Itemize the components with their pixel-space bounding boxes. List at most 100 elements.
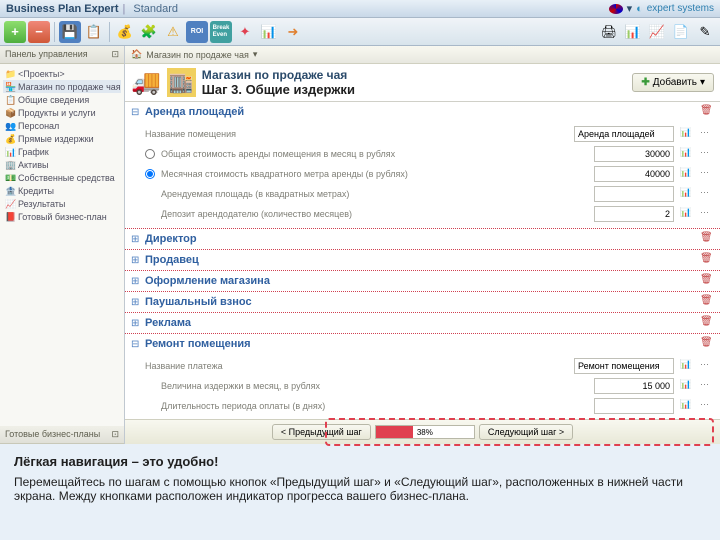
tool-button[interactable]: 📄 xyxy=(670,21,692,43)
cost-section: ⊞ Директор 🗑 xyxy=(125,229,720,250)
tree-item[interactable]: 📈Результаты xyxy=(3,197,121,210)
expand-icon[interactable]: ⊞ xyxy=(131,297,141,308)
breadcrumb[interactable]: 🏠 Магазин по продаже чая ▾ xyxy=(125,46,720,64)
more-icon[interactable]: ⋯ xyxy=(700,147,714,161)
value-input[interactable] xyxy=(594,206,674,222)
tree-icon: 📋 xyxy=(5,95,15,105)
chart-icon[interactable]: 📊 xyxy=(680,187,694,201)
delete-icon[interactable]: 🗑 xyxy=(700,232,714,246)
tree-label: Собственные средства xyxy=(18,173,115,183)
tool-button[interactable]: 🖨 xyxy=(598,21,620,43)
tool-button[interactable]: 📈 xyxy=(646,21,668,43)
roi-button[interactable]: ROI xyxy=(186,21,208,43)
app-name: Business Plan Expert xyxy=(6,3,119,15)
delete-icon[interactable]: 🗑 xyxy=(700,253,714,267)
breakeven-button[interactable]: BreakEven xyxy=(210,21,232,43)
value-input[interactable] xyxy=(594,378,674,394)
tree-item[interactable]: 📊График xyxy=(3,145,121,158)
star-button[interactable]: ✦ xyxy=(234,21,256,43)
more-icon[interactable]: ⋯ xyxy=(700,399,714,413)
chart-icon[interactable]: 📊 xyxy=(680,359,694,373)
value-input[interactable] xyxy=(594,166,674,182)
delete-icon[interactable]: 🗑 xyxy=(700,316,714,330)
tree-item[interactable]: 📋Общие сведения xyxy=(3,93,121,106)
sidebar: Панель управления⊡ 📁<Проекты>🏪Магазин по… xyxy=(0,46,125,444)
more-icon[interactable]: ⋯ xyxy=(700,187,714,201)
copy-button[interactable]: 📋 xyxy=(83,21,105,43)
home-icon[interactable]: 🏠 xyxy=(131,49,142,60)
section-name[interactable]: Ремонт помещения xyxy=(145,338,696,350)
section-name[interactable]: Продавец xyxy=(145,254,696,266)
sidebar-footer[interactable]: Готовые бизнес-планы⊡ xyxy=(0,426,124,444)
more-icon[interactable]: ⋯ xyxy=(700,167,714,181)
section-name[interactable]: Аренда площадей xyxy=(145,106,696,118)
section-name[interactable]: Паушальный взнос xyxy=(145,296,696,308)
warn-button[interactable]: ⚠ xyxy=(162,21,184,43)
next-step-button[interactable]: Следующий шаг > xyxy=(479,424,573,440)
dropdown[interactable] xyxy=(574,126,674,142)
step-title: Шаг 3. Общие издержки xyxy=(202,82,355,97)
tree-label: Активы xyxy=(18,160,48,170)
tree-label: График xyxy=(18,147,49,157)
tree-item[interactable]: 👥Персонал xyxy=(3,119,121,132)
chart-icon[interactable]: 📊 xyxy=(680,399,694,413)
tree-item[interactable]: 💰Прямые издержки xyxy=(3,132,121,145)
value-input[interactable] xyxy=(594,146,674,162)
expand-icon[interactable]: ⊟ xyxy=(131,107,141,118)
prev-step-button[interactable]: < Предыдущий шаг xyxy=(272,424,371,440)
new-button[interactable]: + xyxy=(4,21,26,43)
delete-icon[interactable]: 🗑 xyxy=(700,274,714,288)
section-name[interactable]: Оформление магазина xyxy=(145,275,696,287)
expand-icon[interactable]: ⊞ xyxy=(131,318,141,329)
tree-item[interactable]: 📁<Проекты> xyxy=(3,67,121,80)
chart-icon[interactable]: 📊 xyxy=(680,147,694,161)
value-input[interactable] xyxy=(594,186,674,202)
chart-icon[interactable]: 📊 xyxy=(680,379,694,393)
tree-item[interactable]: 📦Продукты и услуги xyxy=(3,106,121,119)
tool-button[interactable]: 📊 xyxy=(622,21,644,43)
expand-icon[interactable]: ⊞ xyxy=(131,276,141,287)
section-name[interactable]: Реклама xyxy=(145,317,696,329)
puzzle-button[interactable]: 🧩 xyxy=(138,21,160,43)
field-label: Общая стоимость аренды помещения в месяц… xyxy=(161,149,588,159)
tree-icon: 📁 xyxy=(5,69,15,79)
chart-icon[interactable]: 📊 xyxy=(680,207,694,221)
content: 🏠 Магазин по продаже чая ▾ 🚚 🏬 Магазин п… xyxy=(125,46,720,444)
tree-item[interactable]: 💵Собственные средства xyxy=(3,171,121,184)
pin-icon[interactable]: ⊡ xyxy=(111,49,119,60)
radio[interactable] xyxy=(145,169,155,179)
cost-section: ⊟Аренда площадей🗑Название помещения📊⋯Общ… xyxy=(125,102,720,229)
chart-button[interactable]: 📊 xyxy=(258,21,280,43)
tree-item[interactable]: 📕Готовый бизнес-план xyxy=(3,210,121,223)
more-icon[interactable]: ⋯ xyxy=(700,127,714,141)
more-icon[interactable]: ⋯ xyxy=(700,379,714,393)
section-name[interactable]: Директор xyxy=(145,233,696,245)
dropdown[interactable] xyxy=(574,358,674,374)
tree-icon: 📕 xyxy=(5,212,15,222)
add-button[interactable]: ✚ Добавить▾ xyxy=(632,73,714,92)
more-icon[interactable]: ⋯ xyxy=(700,359,714,373)
chart-icon[interactable]: 📊 xyxy=(680,167,694,181)
arrow-button[interactable]: ➜ xyxy=(282,21,304,43)
expand-icon[interactable]: ⊟ xyxy=(131,339,141,350)
save-button[interactable]: 💾 xyxy=(59,21,81,43)
tree-item[interactable]: 🏦Кредиты xyxy=(3,184,121,197)
field-row: Общая стоимость аренды помещения в месяц… xyxy=(145,144,714,164)
locale-icon[interactable] xyxy=(609,4,623,14)
tree-item[interactable]: 🏪Магазин по продаже чая xyxy=(3,80,121,93)
tree-item[interactable]: 🏢Активы xyxy=(3,158,121,171)
delete-icon[interactable]: 🗑 xyxy=(700,295,714,309)
chart-icon[interactable]: 📊 xyxy=(680,127,694,141)
delete-icon[interactable]: 🗑 xyxy=(700,337,714,351)
dropdown-icon[interactable]: ▾ xyxy=(627,2,633,15)
tool-button[interactable]: ✎ xyxy=(694,21,716,43)
expand-icon[interactable]: ⊞ xyxy=(131,234,141,245)
radio[interactable] xyxy=(145,149,155,159)
more-icon[interactable]: ⋯ xyxy=(700,207,714,221)
delete-icon[interactable]: 🗑 xyxy=(700,105,714,119)
chevron-down-icon[interactable]: ▾ xyxy=(253,49,258,60)
money-button[interactable]: 💰 xyxy=(114,21,136,43)
expand-icon[interactable]: ⊞ xyxy=(131,255,141,266)
delete-button[interactable]: − xyxy=(28,21,50,43)
value-input[interactable] xyxy=(594,398,674,414)
